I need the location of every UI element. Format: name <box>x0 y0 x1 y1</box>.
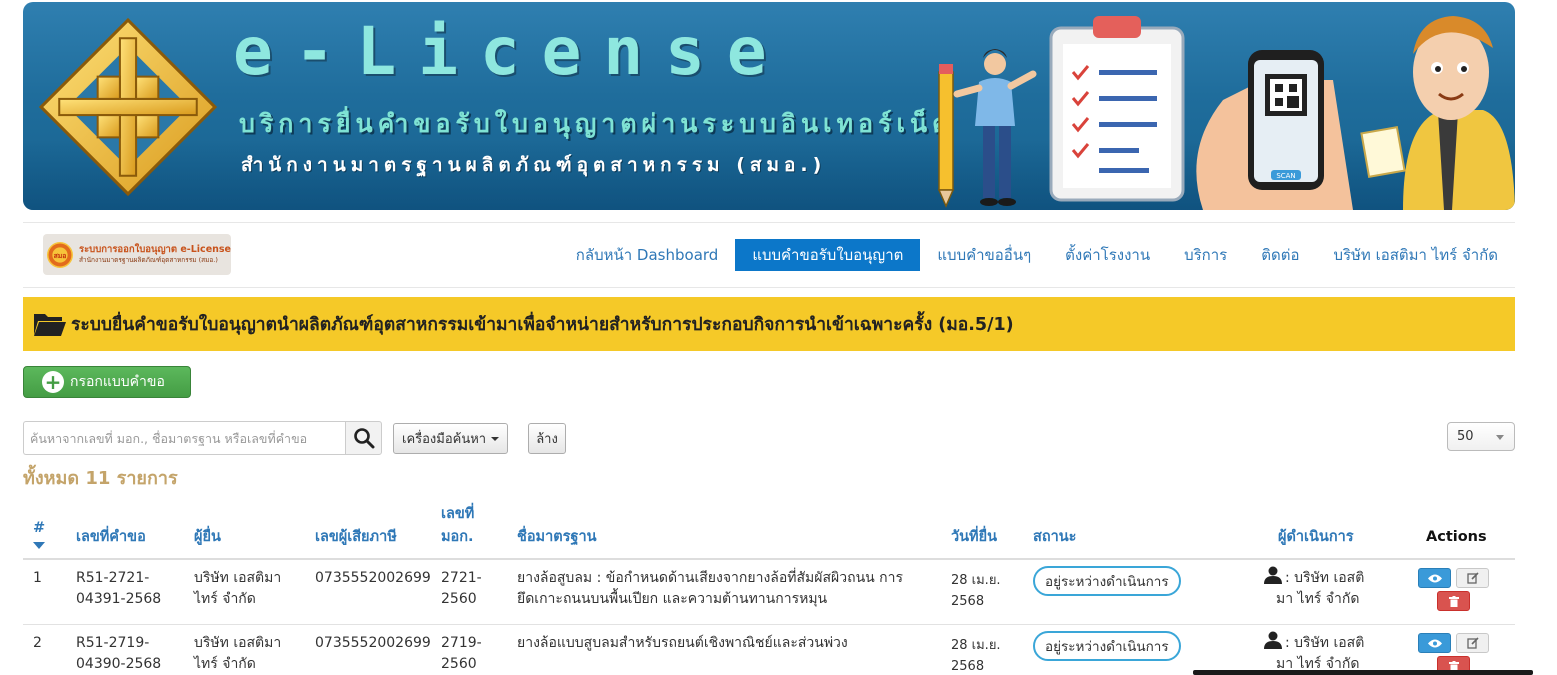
user-icon <box>1264 566 1282 584</box>
row-tis-no: 2719- 2560 <box>441 635 482 672</box>
scan-label: SCAN <box>1276 172 1295 180</box>
add-request-button[interactable]: + กรอกแบบคำขอ <box>23 366 191 398</box>
plus-circle-icon: + <box>42 371 64 393</box>
banner-subtitle: บริการยื่นคำขอรับใบอนุญาตผ่านระบบอินเทอร… <box>239 109 954 138</box>
table-row: 1 R51-2721- 04391-2568 บริษัท เอสติมา ไท… <box>23 560 1515 625</box>
horizontal-scrollbar[interactable] <box>1193 670 1533 675</box>
brand-subtitle: สำนักงานมาตรฐานผลิตภัณฑ์อุตสาหกรรม (สมอ.… <box>78 255 218 264</box>
row-standard-name: ยางล้อสูบลม : ข้อกำหนดด้านเสียงจากยางล้อ… <box>517 570 904 607</box>
eye-icon <box>1427 574 1442 582</box>
search-tools-dropdown[interactable]: เครื่องมือค้นหา <box>393 423 509 454</box>
edit-icon <box>1466 637 1479 649</box>
nav-item-factory-settings[interactable]: ตั้งค่าโรงงาน <box>1048 239 1167 271</box>
checklist-clipboard-icon <box>1049 16 1185 202</box>
col-number[interactable]: # <box>33 517 45 549</box>
view-button[interactable] <box>1418 568 1451 588</box>
nav-item-other-forms[interactable]: แบบคำขออื่นๆ <box>920 239 1048 271</box>
requests-table: # เลขที่คำขอ ผู้ยื่น เลขผู้เสียภาษี เลขท… <box>23 502 1515 675</box>
search-input[interactable] <box>23 421 345 455</box>
search-tools-label: เครื่องมือค้นหา <box>402 432 487 447</box>
nav-item-company[interactable]: บริษัท เอสติมา ไทร์ จำกัด <box>1316 239 1515 271</box>
page-size-value: 50 <box>1457 429 1474 444</box>
main-navbar: สมอ ระบบการออกใบอนุญาต e-License สำนักงา… <box>23 222 1515 288</box>
row-submit-date: 28 เม.ย. 2568 <box>951 638 1001 674</box>
sort-desc-icon <box>33 542 45 549</box>
user-icon <box>1264 631 1282 649</box>
col-actions: Actions <box>1426 529 1487 545</box>
banner-illustration: SCAN <box>937 16 1515 210</box>
clear-button[interactable]: ล้าง <box>528 423 566 454</box>
row-request-no[interactable]: R51-2721- 04391-2568 <box>76 568 161 610</box>
cartoon-man-icon <box>1360 16 1515 210</box>
search-icon <box>353 428 374 449</box>
nav-item-contact[interactable]: ติดต่อ <box>1244 239 1316 271</box>
col-request-no[interactable]: เลขที่คำขอ <box>76 526 146 549</box>
total-count: ทั้งหมด 11 รายการ <box>23 468 178 489</box>
banner-title: e-License <box>233 13 789 90</box>
trash-icon <box>1448 595 1459 607</box>
view-button[interactable] <box>1418 633 1451 653</box>
eye-icon <box>1427 639 1442 647</box>
add-request-label: กรอกแบบคำขอ <box>70 374 165 390</box>
person-figure-icon <box>953 49 1037 206</box>
pencil-icon <box>937 64 955 208</box>
row-operator: : บริษัท เอสติ มา ไทร์ จำกัด <box>1263 631 1379 675</box>
row-tis-no: 2721- 2560 <box>441 570 482 607</box>
chevron-down-icon <box>1496 435 1504 440</box>
search-button[interactable] <box>345 421 382 455</box>
search-group <box>23 421 382 455</box>
col-submit-date[interactable]: วันที่ยื่น <box>951 526 997 549</box>
row-number: 1 <box>33 570 42 586</box>
folder-open-icon <box>34 314 66 336</box>
status-badge: อยู่ระหว่างดำเนินการ <box>1033 566 1181 596</box>
nav-item-dashboard[interactable]: กลับหน้า Dashboard <box>559 239 736 271</box>
row-tax-id: 0735552002699 <box>315 570 431 586</box>
col-status[interactable]: สถานะ <box>1033 526 1076 549</box>
row-tax-id: 0735552002699 <box>315 635 431 651</box>
banner-org-name: สำนักงานมาตรฐานผลิตภัณฑ์อุตสาหกรรม (สมอ.… <box>241 154 827 176</box>
row-request-no[interactable]: R51-2719- 04390-2568 <box>76 633 161 675</box>
col-applicant[interactable]: ผู้ยื่น <box>194 526 221 549</box>
edit-button[interactable] <box>1456 568 1489 588</box>
nav-item-license-request[interactable]: แบบคำขอรับใบอนุญาต <box>735 239 921 271</box>
page-size-select[interactable]: 50 <box>1447 422 1515 451</box>
edit-button[interactable] <box>1456 633 1489 653</box>
tisi-seal-icon: สมอ <box>47 241 73 268</box>
status-badge: อยู่ระหว่างดำเนินการ <box>1033 631 1181 661</box>
page-header-bar: ระบบยื่นคำขอรับใบอนุญาตนำผลิตภัณฑ์อุตสาห… <box>23 297 1515 351</box>
col-tis-no[interactable]: เลขที่ มอก. <box>441 503 474 549</box>
qr-phone-icon: SCAN <box>1196 50 1353 210</box>
col-tax-id[interactable]: เลขผู้เสียภาษี <box>315 526 397 549</box>
col-operator[interactable]: ผู้ดำเนินการ <box>1278 526 1354 549</box>
brand-title: ระบบการออกใบอนุญาต e-License <box>78 243 231 255</box>
nav-item-services[interactable]: บริการ <box>1167 239 1244 271</box>
row-applicant: บริษัท เอสติมา ไทร์ จำกัด <box>194 635 282 672</box>
row-standard-name: ยางล้อแบบสูบลมสำหรับรถยนต์เชิงพาณิชย์และ… <box>517 635 848 651</box>
table-header: # เลขที่คำขอ ผู้ยื่น เลขผู้เสียภาษี เลขท… <box>23 502 1515 560</box>
page-title: ระบบยื่นคำขอรับใบอนุญาตนำผลิตภัณฑ์อุตสาห… <box>71 315 1014 335</box>
header-banner: e-License บริการยื่นคำขอรับใบอนุญาตผ่านร… <box>23 2 1515 210</box>
row-number: 2 <box>33 635 42 651</box>
brand-logo[interactable]: สมอ ระบบการออกใบอนุญาต e-License สำนักงา… <box>43 234 231 275</box>
row-submit-date: 28 เม.ย. 2568 <box>951 573 1001 609</box>
table-row: 2 R51-2719- 04390-2568 บริษัท เอสติมา ไท… <box>23 625 1515 675</box>
caret-down-icon <box>491 436 500 441</box>
delete-button[interactable] <box>1437 591 1470 611</box>
edit-icon <box>1466 572 1479 584</box>
nav-menu: กลับหน้า Dashboard แบบคำขอรับใบอนุญาต แบ… <box>559 239 1515 271</box>
row-operator: : บริษัท เอสติ มา ไทร์ จำกัด <box>1263 566 1379 610</box>
svg-text:สมอ: สมอ <box>54 252 67 260</box>
col-standard-name[interactable]: ชื่อมาตรฐาน <box>517 526 597 549</box>
row-applicant: บริษัท เอสติมา ไทร์ จำกัด <box>194 570 282 607</box>
tisi-emblem-icon <box>38 17 218 197</box>
